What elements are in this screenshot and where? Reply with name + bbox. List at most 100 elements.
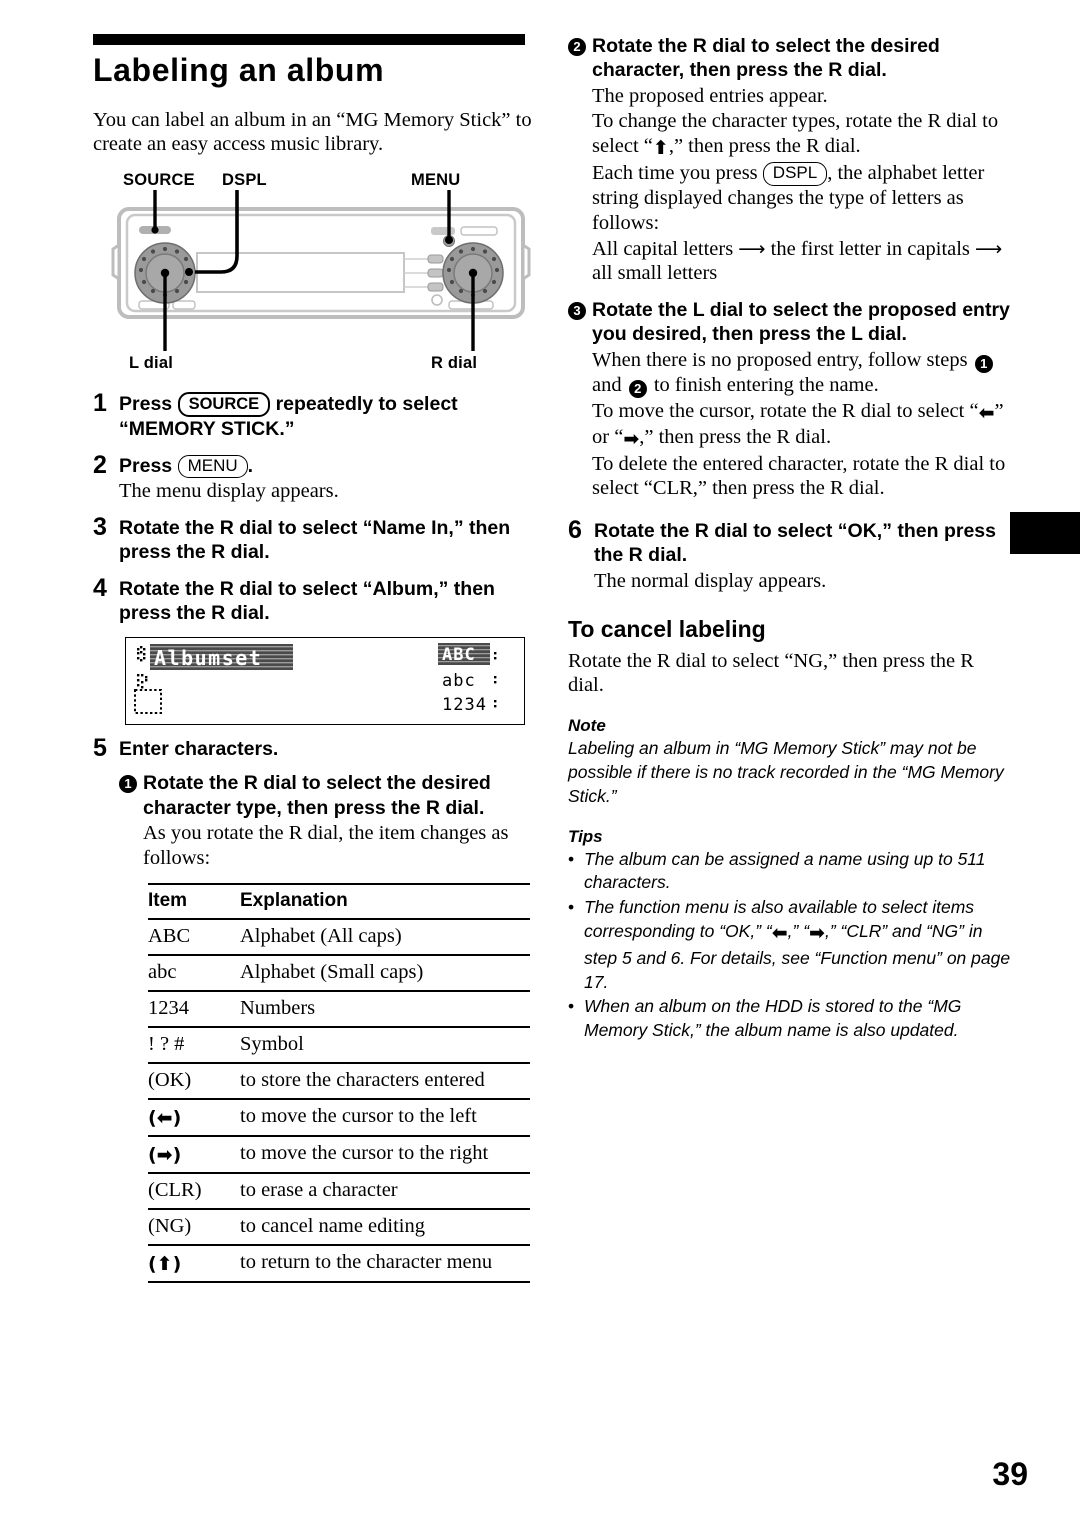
- tips-list: The album can be assigned a name using u…: [568, 848, 1011, 1043]
- step-2-subtext: The menu display appears.: [119, 480, 339, 503]
- table-cell-explanation: Symbol: [240, 1032, 304, 1055]
- right-arrow-icon: ➡: [809, 921, 825, 944]
- substep-1: 1 Rotate the R dial to select the desire…: [119, 771, 538, 870]
- svg-text:1234: 1234: [442, 695, 487, 715]
- note-body: Labeling an album in “MG Memory Stick” m…: [568, 738, 1004, 806]
- substep-3-number: 3: [568, 298, 592, 501]
- circled-one: 1: [974, 354, 993, 373]
- table-row: ! ? # Symbol: [148, 1026, 530, 1063]
- dspl-button[interactable]: DSPL: [762, 162, 828, 186]
- table-cell-item: abc: [148, 960, 177, 983]
- step-6-number: 6: [568, 516, 582, 545]
- manual-page: Labeling an album You can label an album…: [0, 0, 1080, 1529]
- source-button[interactable]: SOURCE: [177, 392, 271, 418]
- step-1-number: 1: [93, 389, 107, 418]
- tip-item: The album can be assigned a name using u…: [568, 848, 1011, 896]
- tip-item: When an album on the HDD is stored to th…: [568, 995, 1011, 1043]
- left-arrow-icon: ⬅: [771, 921, 788, 944]
- circled-two: 2: [628, 379, 647, 398]
- step-1: 1 Press SOURCE repeatedly to select “MEM…: [93, 389, 538, 441]
- substep-1-number: 1: [119, 771, 143, 870]
- step-5: 5 Enter characters. 1 Rotate the R dial …: [93, 734, 538, 870]
- table-row: (NG) to cancel name editing: [148, 1208, 530, 1245]
- table-row: (➡) to move the cursor to the right: [148, 1135, 530, 1173]
- step-5-number: 5: [93, 734, 107, 763]
- step-6-heading: Rotate the R dial to select “OK,” then p…: [594, 520, 996, 567]
- table-cell-item: (OK): [148, 1068, 192, 1091]
- up-arrow-icon: ⬆: [652, 137, 669, 160]
- left-column: Labeling an album You can label an album…: [93, 34, 538, 1283]
- table-cell-item: (NG): [148, 1214, 192, 1237]
- substep-3-line-1: When there is no proposed entry, follow …: [592, 348, 1011, 398]
- substep-2-line-1: The proposed entries appear.: [592, 84, 828, 107]
- step-3-heading: Rotate the R dial to select “Name In,” t…: [119, 517, 511, 564]
- substep-3: 3 Rotate the L dial to select the propos…: [568, 298, 1011, 501]
- intro-paragraph: You can label an album in an “MG Memory …: [93, 108, 532, 156]
- step-2-heading: Press MENU.: [119, 454, 538, 479]
- table-cell-explanation: to move the cursor to the right: [240, 1141, 489, 1164]
- device-illustration: SOURCE DSPL MENU L dial R dial: [101, 171, 541, 378]
- substep-2-line-4: All capital letters ⟶ the first letter i…: [592, 237, 1003, 285]
- table-cell-explanation: to cancel name editing: [240, 1214, 425, 1237]
- substep-1-subtext: As you rotate the R dial, the item chang…: [143, 821, 509, 869]
- right-arrow-icon: ➡: [623, 427, 640, 450]
- table-header-explanation: Explanation: [240, 889, 348, 911]
- table-cell-item: (CLR): [148, 1178, 202, 1201]
- lcd-cursor-box: [134, 674, 162, 715]
- step-2-number: 2: [93, 450, 107, 479]
- table-cell-explanation: to move the cursor to the left: [240, 1104, 477, 1127]
- character-type-table: Item Explanation ABC Alphabet (All caps)…: [148, 883, 530, 1283]
- step-3-number: 3: [93, 513, 107, 542]
- tips-heading: Tips: [568, 826, 603, 846]
- right-arrow-icon: ⟶: [975, 237, 1003, 260]
- table-cell-explanation: Numbers: [240, 996, 316, 1019]
- title-rule: [93, 34, 525, 45]
- step-6: 6 Rotate the R dial to select “OK,” then…: [568, 516, 1011, 593]
- table-row: (⬆) to return to the character menu: [148, 1244, 530, 1282]
- substep-2-line-3: Each time you press DSPL, the alphabet l…: [592, 162, 985, 234]
- table-cell-item: (⬅): [148, 1106, 182, 1129]
- substep-1-heading: Rotate the R dial to select the desired …: [143, 772, 491, 819]
- substep-2-line-2: To change the character types, rotate th…: [592, 110, 999, 160]
- substep-2-number: 2: [568, 34, 592, 286]
- table-row: abc Alphabet (Small caps): [148, 954, 530, 991]
- cancel-labeling-body: Rotate the R dial to select “NG,” then p…: [568, 649, 974, 697]
- table-row: (⬅) to move the cursor to the left: [148, 1098, 530, 1136]
- step-4-number: 4: [93, 573, 107, 602]
- table-cell-explanation: to return to the character menu: [240, 1250, 493, 1273]
- table-cell-item: 1234: [148, 996, 189, 1019]
- lcd-char-type-list: ABC abc 1234: [438, 643, 497, 715]
- table-cell-explanation: Alphabet (Small caps): [240, 960, 424, 983]
- lcd-album-text: Albumset: [136, 644, 293, 671]
- table-cell-item: ABC: [148, 924, 191, 947]
- step-3: 3 Rotate the R dial to select “Name In,”…: [93, 513, 538, 565]
- page-number: 39: [992, 1456, 1028, 1492]
- substep-2: 2 Rotate the R dial to select the desire…: [568, 34, 1011, 286]
- substep-3-line-3: To delete the entered character, rotate …: [592, 452, 1006, 500]
- lcd-figure: Albumset: [125, 637, 538, 726]
- menu-button[interactable]: MENU: [177, 454, 248, 479]
- svg-text:abc: abc: [442, 671, 476, 691]
- table-cell-item: (➡): [148, 1143, 182, 1166]
- substep-2-heading: Rotate the R dial to select the desired …: [592, 35, 940, 82]
- step-2-post: .: [247, 454, 254, 477]
- substep-3-heading: Rotate the L dial to select the proposed…: [592, 299, 1010, 346]
- step-5-heading: Enter characters.: [119, 738, 279, 761]
- table-cell-explanation: Alphabet (All caps): [240, 924, 402, 947]
- table-cell-explanation: to store the characters entered: [240, 1068, 485, 1091]
- note-heading: Note: [568, 716, 606, 736]
- tip-item: The function menu is also available to s…: [568, 896, 1011, 994]
- step-4: 4 Rotate the R dial to select “Album,” t…: [93, 573, 538, 626]
- edge-index-tab: [1010, 512, 1080, 554]
- left-arrow-icon: ⬅: [978, 401, 995, 424]
- table-row: (CLR) to erase a character: [148, 1172, 530, 1209]
- step-6-subtext: The normal display appears.: [594, 569, 827, 592]
- table-row: ABC Alphabet (All caps): [148, 918, 530, 955]
- cancel-labeling-heading: To cancel labeling: [568, 615, 766, 642]
- step-2-pre: Press: [119, 454, 173, 477]
- right-column: 2 Rotate the R dial to select the desire…: [568, 34, 1011, 1044]
- table-cell-explanation: to erase a character: [240, 1178, 398, 1201]
- table-cell-item: (⬆): [148, 1252, 182, 1275]
- table-row: (OK) to store the characters entered: [148, 1062, 530, 1099]
- step-1-heading: Press SOURCE repeatedly to select “MEMOR…: [119, 392, 538, 441]
